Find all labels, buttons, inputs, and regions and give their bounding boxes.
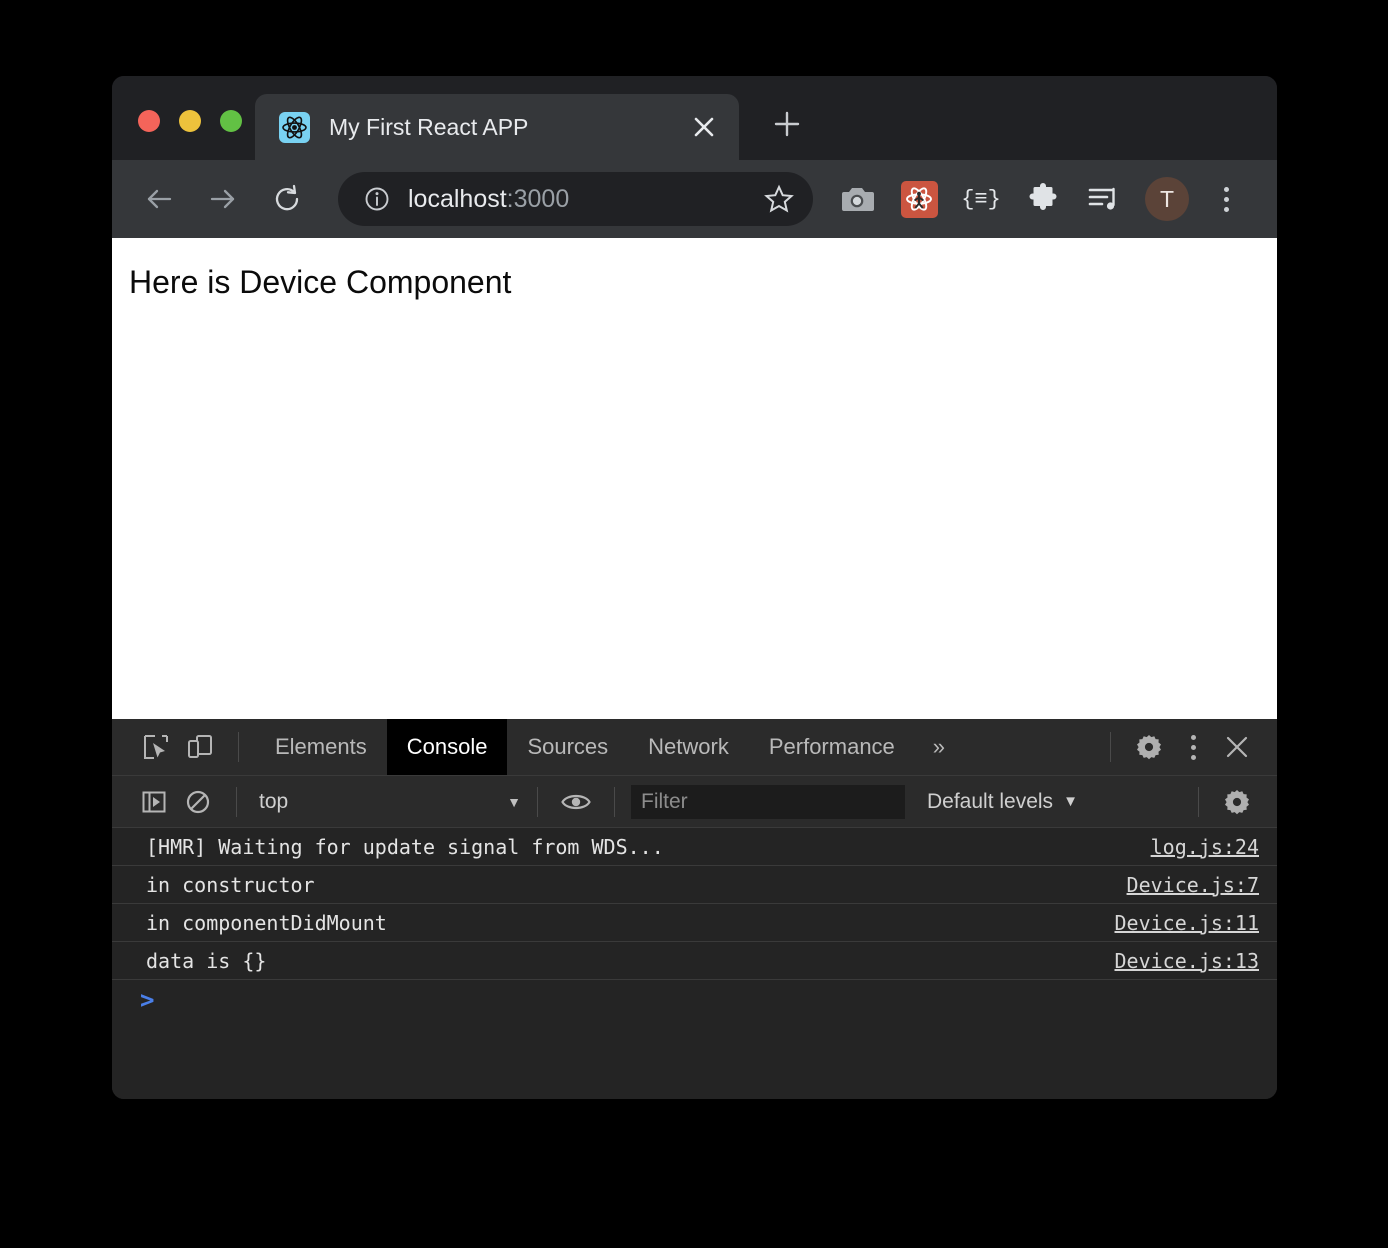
console-message-text: in constructor — [146, 872, 315, 897]
tab-title: My First React APP — [329, 113, 529, 140]
window-traffic-lights — [112, 110, 242, 160]
device-toolbar-icon[interactable] — [178, 725, 222, 769]
chevron-down-icon: ▼ — [507, 793, 521, 810]
chevron-down-icon: ▼ — [1063, 793, 1078, 810]
devtools-tabs: Elements Console Sources Network Perform… — [255, 719, 963, 775]
console-message-text: [HMR] Waiting for update signal from WDS… — [146, 834, 664, 859]
window-close-button[interactable] — [138, 110, 160, 132]
screenshot-camera-icon[interactable] — [835, 177, 879, 221]
console-message-row[interactable]: in componentDidMount Device.js:11 — [112, 904, 1277, 942]
react-devtools-extension-icon[interactable] — [897, 177, 941, 221]
browser-tab[interactable]: My First React APP — [255, 94, 739, 160]
console-context-selector[interactable]: top ▼ — [253, 785, 521, 819]
site-info-icon[interactable] — [364, 186, 390, 212]
divider — [614, 786, 615, 817]
avatar[interactable]: T — [1145, 177, 1189, 221]
inspect-element-icon[interactable] — [134, 725, 178, 769]
console-message-row[interactable]: in constructor Device.js:7 — [112, 866, 1277, 904]
console-message-source-link[interactable]: Device.js:13 — [1115, 949, 1260, 973]
tab-elements[interactable]: Elements — [255, 719, 387, 775]
screenshot-root: My First React APP localhost:3000 {≡} T … — [0, 0, 1388, 1248]
console-settings-gear-icon[interactable] — [1215, 780, 1259, 824]
browser-window: My First React APP localhost:3000 {≡} T … — [112, 76, 1277, 1099]
clear-console-icon[interactable] — [176, 780, 220, 824]
forward-arrow-icon[interactable] — [198, 174, 248, 224]
url-host: localhost — [408, 184, 507, 213]
gear-icon[interactable] — [1127, 725, 1171, 769]
console-message-list: [HMR] Waiting for update signal from WDS… — [112, 828, 1277, 1099]
tab-console[interactable]: Console — [386, 719, 508, 775]
console-filter-bar: top ▼ Default levels ▼ — [112, 776, 1277, 828]
console-prompt-caret-icon: > — [140, 986, 155, 1014]
kebab-menu-icon[interactable] — [1207, 177, 1245, 221]
divider — [238, 732, 239, 762]
json-viewer-icon[interactable]: {≡} — [959, 177, 1003, 221]
window-zoom-button[interactable] — [220, 110, 242, 132]
console-message-source-link[interactable]: Device.js:7 — [1127, 873, 1259, 897]
console-message-row[interactable]: [HMR] Waiting for update signal from WDS… — [112, 828, 1277, 866]
console-message-row[interactable]: data is {} Device.js:13 — [112, 942, 1277, 980]
console-filter-input[interactable] — [631, 784, 905, 819]
tab-strip: My First React APP — [112, 76, 1277, 160]
console-context-value: top — [259, 789, 289, 813]
console-sidebar-icon[interactable] — [132, 780, 176, 824]
console-message-text: data is {} — [146, 948, 267, 973]
devtools-kebab-menu-icon[interactable] — [1171, 725, 1215, 769]
more-tabs-icon[interactable]: » — [915, 734, 963, 760]
reload-icon[interactable] — [262, 174, 312, 224]
react-logo-icon — [279, 111, 310, 143]
star-icon[interactable] — [755, 175, 803, 223]
page-viewport: Here is Device Component — [112, 238, 1277, 719]
divider — [1198, 786, 1199, 817]
live-expression-eye-icon[interactable] — [554, 780, 598, 824]
divider — [537, 786, 538, 817]
divider — [1110, 732, 1111, 762]
console-log-levels-selector[interactable]: Default levels ▼ — [927, 790, 1078, 814]
address-bar-url: localhost:3000 — [408, 185, 755, 214]
page-title: Here is Device Component — [129, 264, 512, 300]
console-prompt[interactable]: > — [112, 980, 1277, 1020]
address-bar[interactable]: localhost:3000 — [338, 172, 813, 226]
devtools-close-icon[interactable] — [1215, 725, 1259, 769]
new-tab-button[interactable] — [761, 98, 813, 150]
tab-performance[interactable]: Performance — [749, 719, 915, 775]
extensions-puzzle-icon[interactable] — [1021, 177, 1065, 221]
url-port: :3000 — [506, 184, 570, 213]
console-message-text: in componentDidMount — [146, 910, 387, 935]
divider — [236, 786, 237, 817]
tab-close-icon[interactable] — [687, 110, 721, 144]
console-message-source-link[interactable]: Device.js:11 — [1115, 911, 1260, 935]
media-playlist-icon[interactable] — [1083, 177, 1127, 221]
console-message-source-link[interactable]: log.js:24 — [1151, 835, 1259, 859]
devtools-tab-bar: Elements Console Sources Network Perform… — [112, 719, 1277, 776]
tab-sources[interactable]: Sources — [507, 719, 628, 775]
console-filter-actions — [1182, 780, 1277, 824]
devtools-panel: Elements Console Sources Network Perform… — [112, 719, 1277, 1099]
toolbar-extension-icons: {≡} T — [835, 177, 1245, 221]
browser-toolbar: localhost:3000 {≡} T — [112, 160, 1277, 238]
back-arrow-icon[interactable] — [134, 174, 184, 224]
console-log-levels-label: Default levels — [927, 789, 1054, 813]
window-minimize-button[interactable] — [179, 110, 201, 132]
tab-network[interactable]: Network — [628, 719, 749, 775]
devtools-tabbar-actions — [1094, 725, 1277, 769]
